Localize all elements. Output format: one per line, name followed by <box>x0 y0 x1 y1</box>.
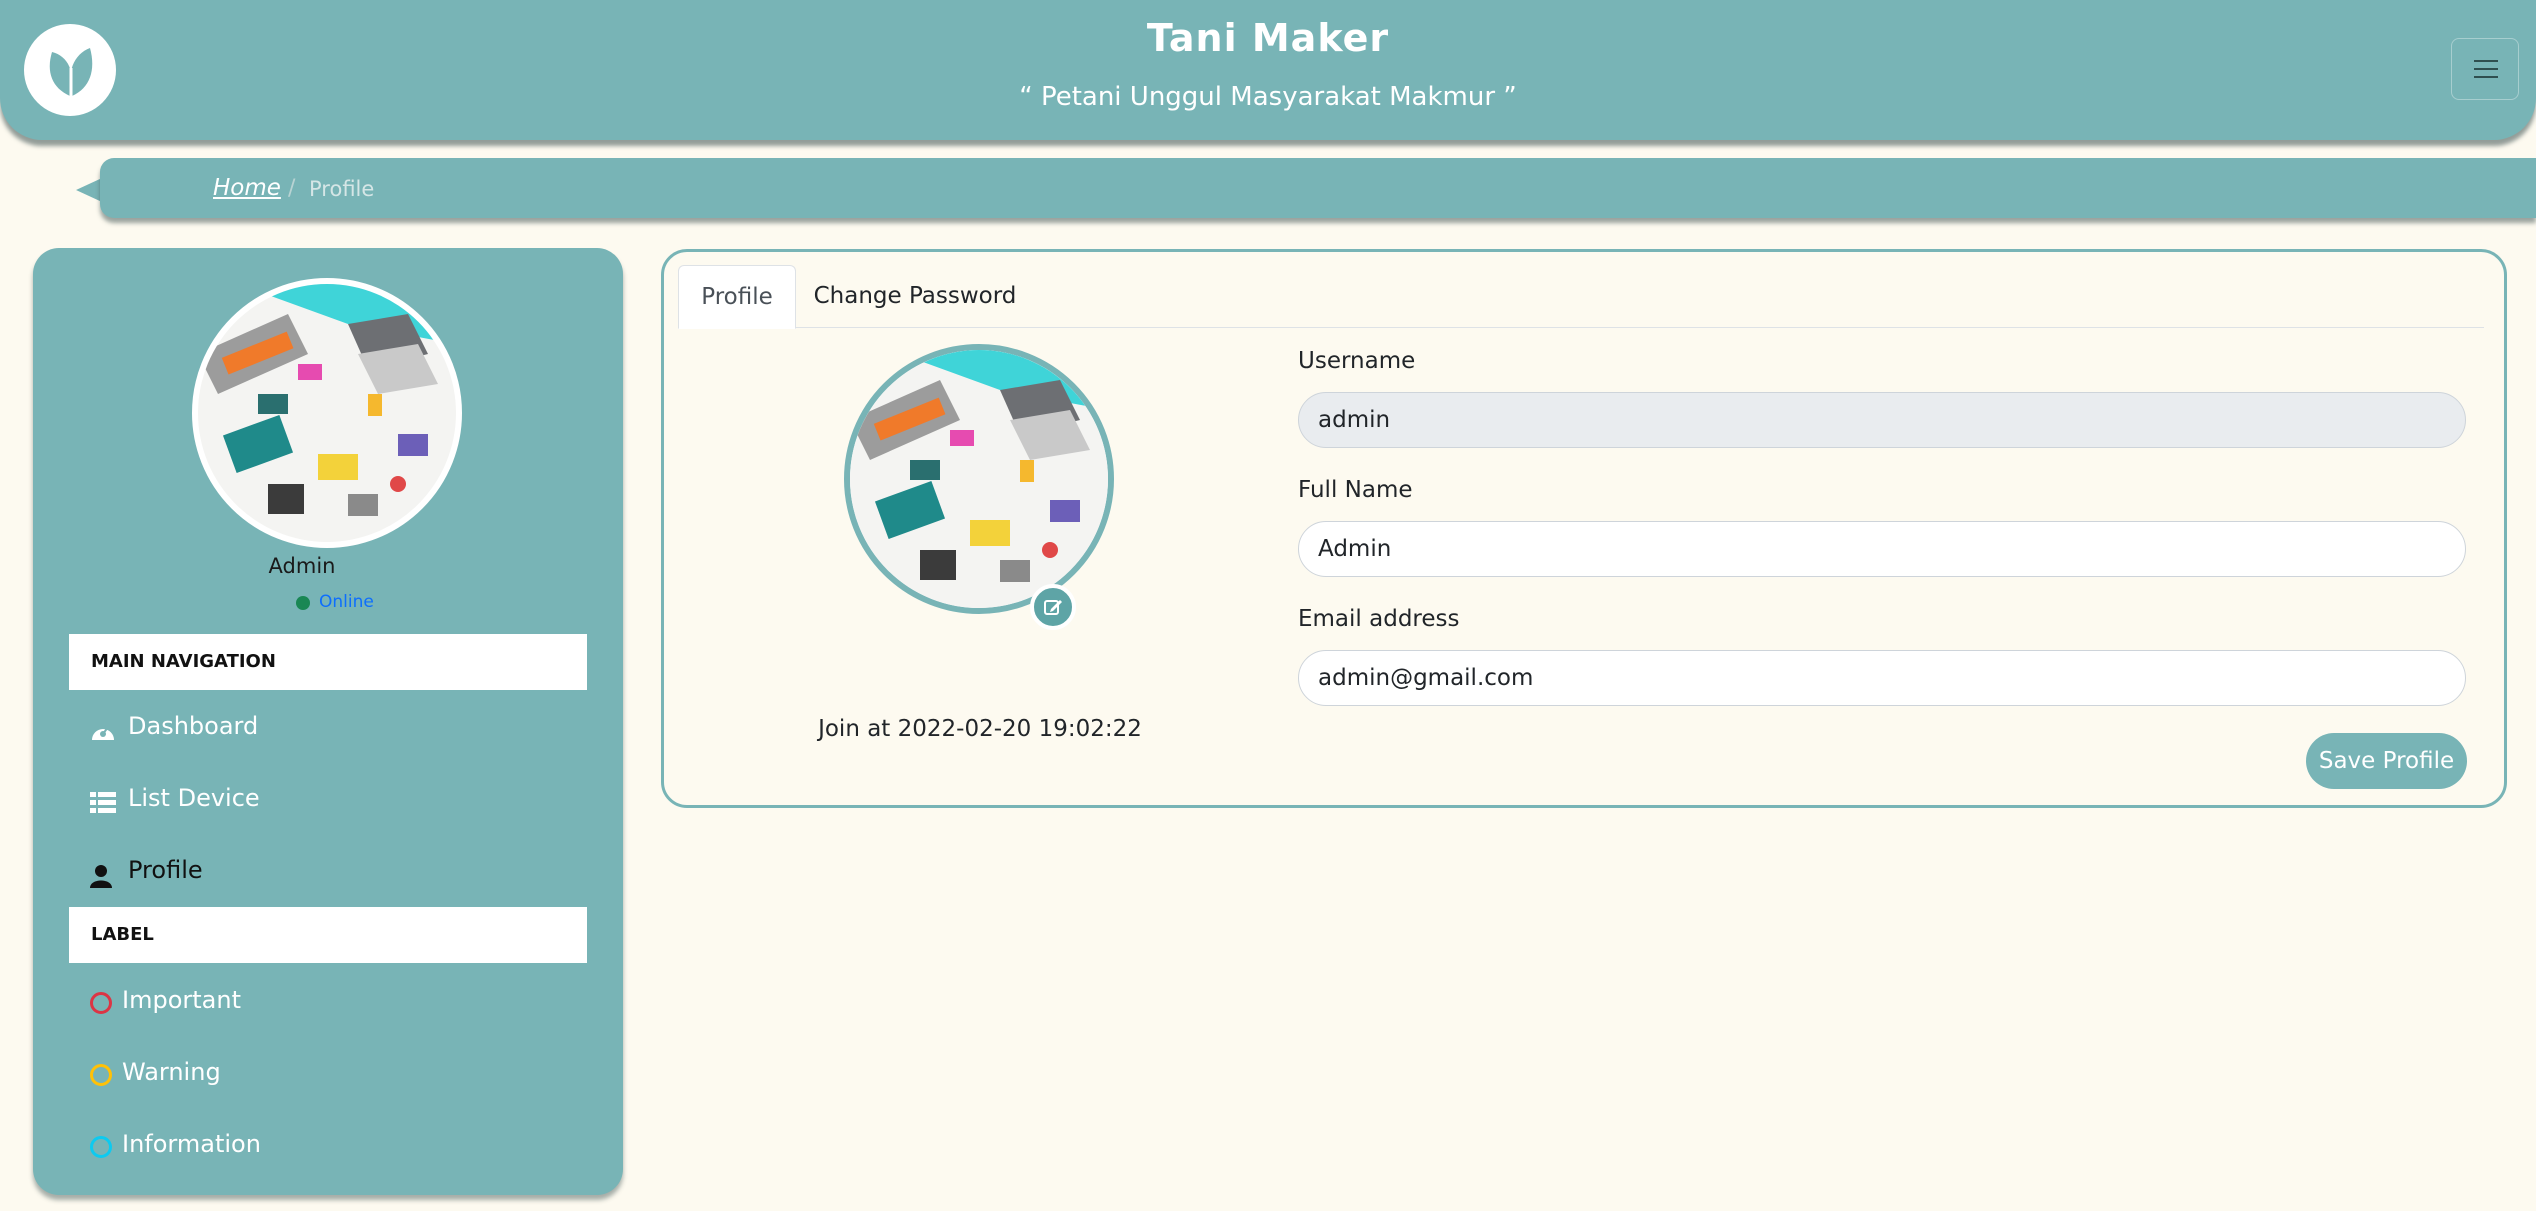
fullname-label: Full Name <box>1298 477 1413 503</box>
label-header: LABEL <box>69 907 587 963</box>
breadcrumb <box>100 158 2536 218</box>
list-icon <box>90 792 116 820</box>
email-field[interactable]: admin@gmail.com <box>1298 650 2466 706</box>
sidebar-user-name: Admin <box>268 554 336 578</box>
label-text: Information <box>122 1130 261 1158</box>
profile-avatar <box>844 344 1114 614</box>
app-subtitle: “ Petani Unggul Masyarakat Makmur ” <box>1019 82 1517 112</box>
label-text: Warning <box>122 1058 221 1086</box>
sidebar-item-label: List Device <box>128 784 260 812</box>
online-status: Online <box>319 592 374 612</box>
circle-icon <box>90 992 112 1014</box>
top-header: Tani Maker “ Petani Unggul Masyarakat Ma… <box>0 0 2536 140</box>
hamburger-icon <box>2474 60 2498 62</box>
email-label: Email address <box>1298 606 1460 632</box>
sidebar-item-label: Profile <box>128 856 203 884</box>
online-status-dot <box>296 596 310 610</box>
edit-icon <box>1044 600 1062 615</box>
app-title: Tani Maker <box>1146 16 1390 60</box>
fullname-field[interactable]: Admin <box>1298 521 2466 577</box>
menu-toggle-button[interactable] <box>2451 38 2519 100</box>
avatar-image <box>198 284 456 542</box>
edit-avatar-button[interactable] <box>1030 584 1076 630</box>
join-date: Join at 2022-02-20 19:02:22 <box>818 716 1142 742</box>
circle-icon <box>90 1136 112 1158</box>
avatar-image <box>850 350 1108 608</box>
user-icon <box>90 864 112 894</box>
main-navigation-header: MAIN NAVIGATION <box>69 634 587 690</box>
label-text: Important <box>122 986 241 1014</box>
breadcrumb-separator: / <box>288 176 296 201</box>
tab-profile[interactable]: Profile <box>678 265 796 329</box>
breadcrumb-home-link[interactable]: Home <box>213 175 281 201</box>
username-field[interactable]: admin <box>1298 392 2466 448</box>
tab-divider <box>678 327 2484 328</box>
save-profile-button[interactable]: Save Profile <box>2306 733 2467 789</box>
circle-icon <box>90 1064 112 1086</box>
sidebar-avatar <box>192 278 462 548</box>
tab-change-password[interactable]: Change Password <box>804 265 1026 327</box>
breadcrumb-current: Profile <box>309 177 375 201</box>
breadcrumb-arrow <box>76 178 102 202</box>
username-label: Username <box>1298 348 1416 374</box>
dashboard-icon <box>90 720 116 748</box>
sidebar-item-label: Dashboard <box>128 712 259 740</box>
